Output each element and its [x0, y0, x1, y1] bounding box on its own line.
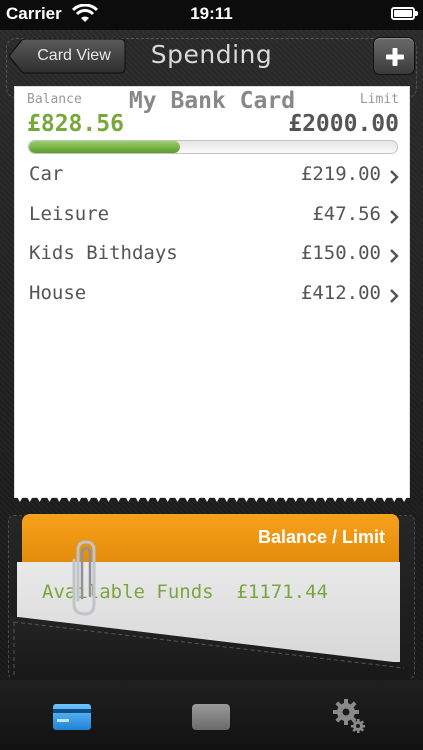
- status-bar: Carrier 19:11: [0, 0, 423, 30]
- tab-settings[interactable]: [320, 694, 380, 738]
- card-stack-icon: [192, 704, 230, 730]
- category-amount: £150.00: [300, 242, 381, 264]
- credit-card-icon: [53, 704, 91, 730]
- tab-wallet[interactable]: [181, 694, 241, 738]
- category-row-house[interactable]: House £412.00: [15, 276, 409, 316]
- category-name: Kids Bithdays: [29, 242, 178, 264]
- gears-icon: [333, 699, 365, 733]
- category-name: Leisure: [29, 202, 110, 225]
- tab-bar: [0, 680, 423, 750]
- receipt-torn-edge: [15, 493, 409, 502]
- limit-label: Limit: [359, 92, 399, 107]
- chevron-right-icon: [390, 288, 399, 303]
- balance-limit-label: Balance / Limit: [257, 527, 385, 547]
- category-amount: £219.00: [300, 163, 381, 185]
- progress-fill: [29, 141, 180, 153]
- category-list: Car £219.00 Leisure £47.56 Kids Bithdays…: [15, 157, 409, 315]
- page-title: Spending: [150, 40, 273, 69]
- category-amount: £412.00: [300, 281, 381, 304]
- category-row-car[interactable]: Car £219.00: [15, 157, 409, 197]
- spending-receipt: Balance My Bank Card Limit £828.56 £2000…: [15, 87, 409, 497]
- limit-value: £2000.00: [288, 111, 399, 137]
- category-name: House: [29, 281, 87, 304]
- plus-icon: [386, 48, 404, 66]
- chevron-right-icon: [390, 249, 399, 263]
- balance-value: £828.56: [27, 111, 124, 137]
- chevron-right-icon: [390, 209, 399, 224]
- chevron-right-icon: [390, 170, 399, 184]
- spending-progress-bar: [28, 140, 398, 154]
- category-amount: £47.56: [312, 202, 381, 225]
- category-row-leisure[interactable]: Leisure £47.56: [15, 197, 409, 237]
- paper-clip-icon: [72, 540, 96, 616]
- card-view-back-button[interactable]: Card View: [8, 38, 126, 74]
- wallet-pocket-front: [10, 616, 410, 680]
- category-row-kids-birthdays[interactable]: Kids Bithdays £150.00: [15, 236, 409, 276]
- back-button-label: Card View: [37, 47, 111, 64]
- clock: 19:11: [190, 4, 233, 23]
- category-name: Car: [29, 163, 64, 185]
- battery-icon: [391, 7, 418, 20]
- add-button[interactable]: [373, 37, 415, 75]
- tab-cards[interactable]: [42, 694, 102, 738]
